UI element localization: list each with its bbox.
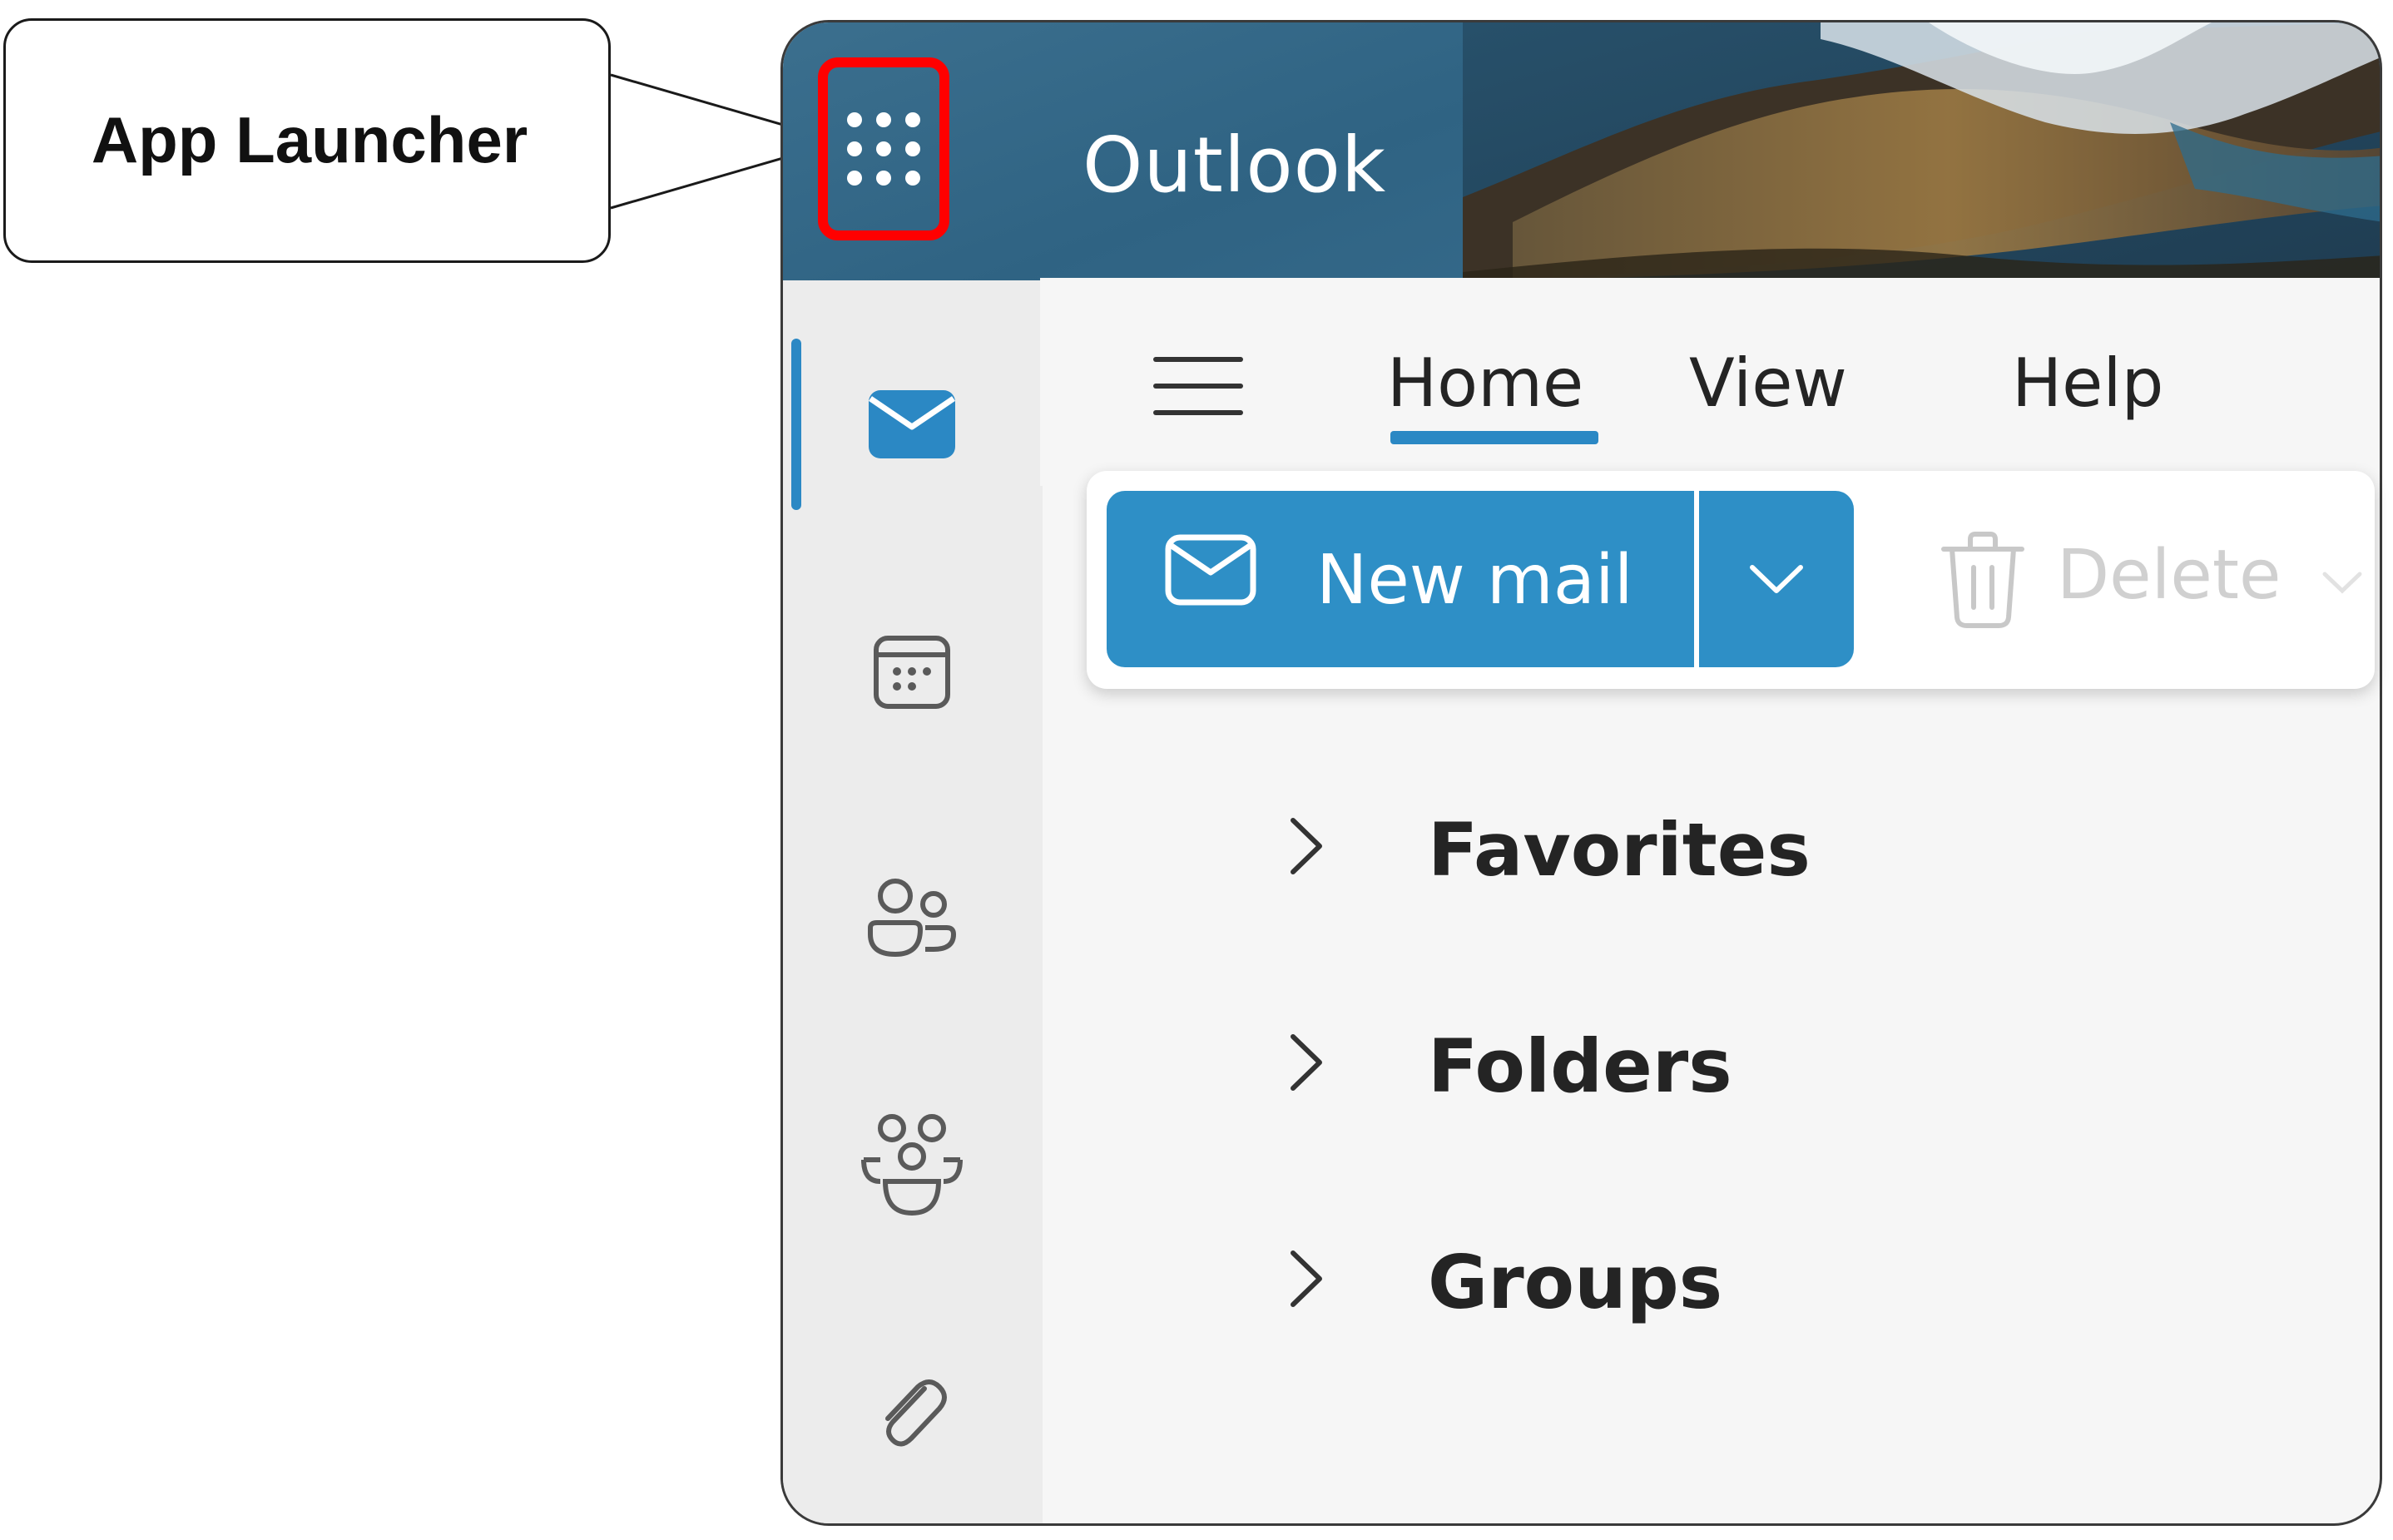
rail-item-groups[interactable] [854, 1107, 970, 1224]
chevron-right-icon [1291, 1034, 1322, 1091]
menu-toggle-button[interactable] [1148, 344, 1248, 428]
ribbon-tabs: Home View Help [1040, 278, 2380, 486]
folder-group-label: Groups [1428, 1240, 1723, 1325]
chevron-right-icon [1291, 1250, 1322, 1307]
app-header: Outlook [783, 22, 2380, 280]
trash-icon [1941, 532, 2024, 628]
new-mail-label: New mail [1316, 541, 1633, 620]
app-launcher-grid-icon [847, 112, 920, 186]
folder-group-groups[interactable]: Groups [1281, 1223, 2280, 1339]
header-landscape-image [1463, 22, 2380, 280]
folder-group-label: Favorites [1428, 807, 1811, 893]
attachment-icon [885, 1379, 947, 1447]
envelope-icon [1165, 534, 1256, 606]
tab-view[interactable]: View [1689, 344, 1847, 422]
app-title: Outlook [1083, 121, 1387, 210]
callout-box: App Launcher [3, 18, 611, 263]
rail-active-indicator [791, 339, 801, 510]
people-icon [868, 879, 957, 958]
navigation-rail [783, 280, 1043, 1523]
groups-icon [861, 1114, 963, 1216]
delete-button[interactable]: Delete [1930, 516, 2393, 649]
folder-group-favorites[interactable]: Favorites [1281, 790, 2280, 907]
mail-icon [869, 390, 955, 458]
tab-home[interactable]: Home [1387, 344, 1583, 422]
rail-item-calendar[interactable] [854, 613, 970, 730]
chevron-down-icon [1750, 565, 1803, 593]
delete-chevron-down-icon [2322, 572, 2362, 594]
new-mail-dropdown-button[interactable] [1699, 491, 1854, 667]
folder-group-label: Folders [1428, 1023, 1732, 1109]
hamburger-icon [1153, 357, 1243, 415]
rail-item-mail[interactable] [854, 366, 970, 483]
chevron-right-icon [1291, 818, 1322, 874]
tab-help[interactable]: Help [2012, 344, 2163, 422]
rail-item-attachments[interactable] [854, 1354, 970, 1470]
app-launcher-button[interactable] [818, 57, 949, 240]
callout-label: App Launcher [91, 102, 528, 176]
calendar-icon [874, 636, 950, 709]
tab-selected-underline [1390, 431, 1598, 444]
folder-group-folders[interactable]: Folders [1281, 1007, 2280, 1123]
new-mail-button[interactable]: New mail [1107, 491, 1694, 667]
delete-label: Delete [2057, 536, 2282, 615]
rail-item-people[interactable] [854, 859, 970, 976]
